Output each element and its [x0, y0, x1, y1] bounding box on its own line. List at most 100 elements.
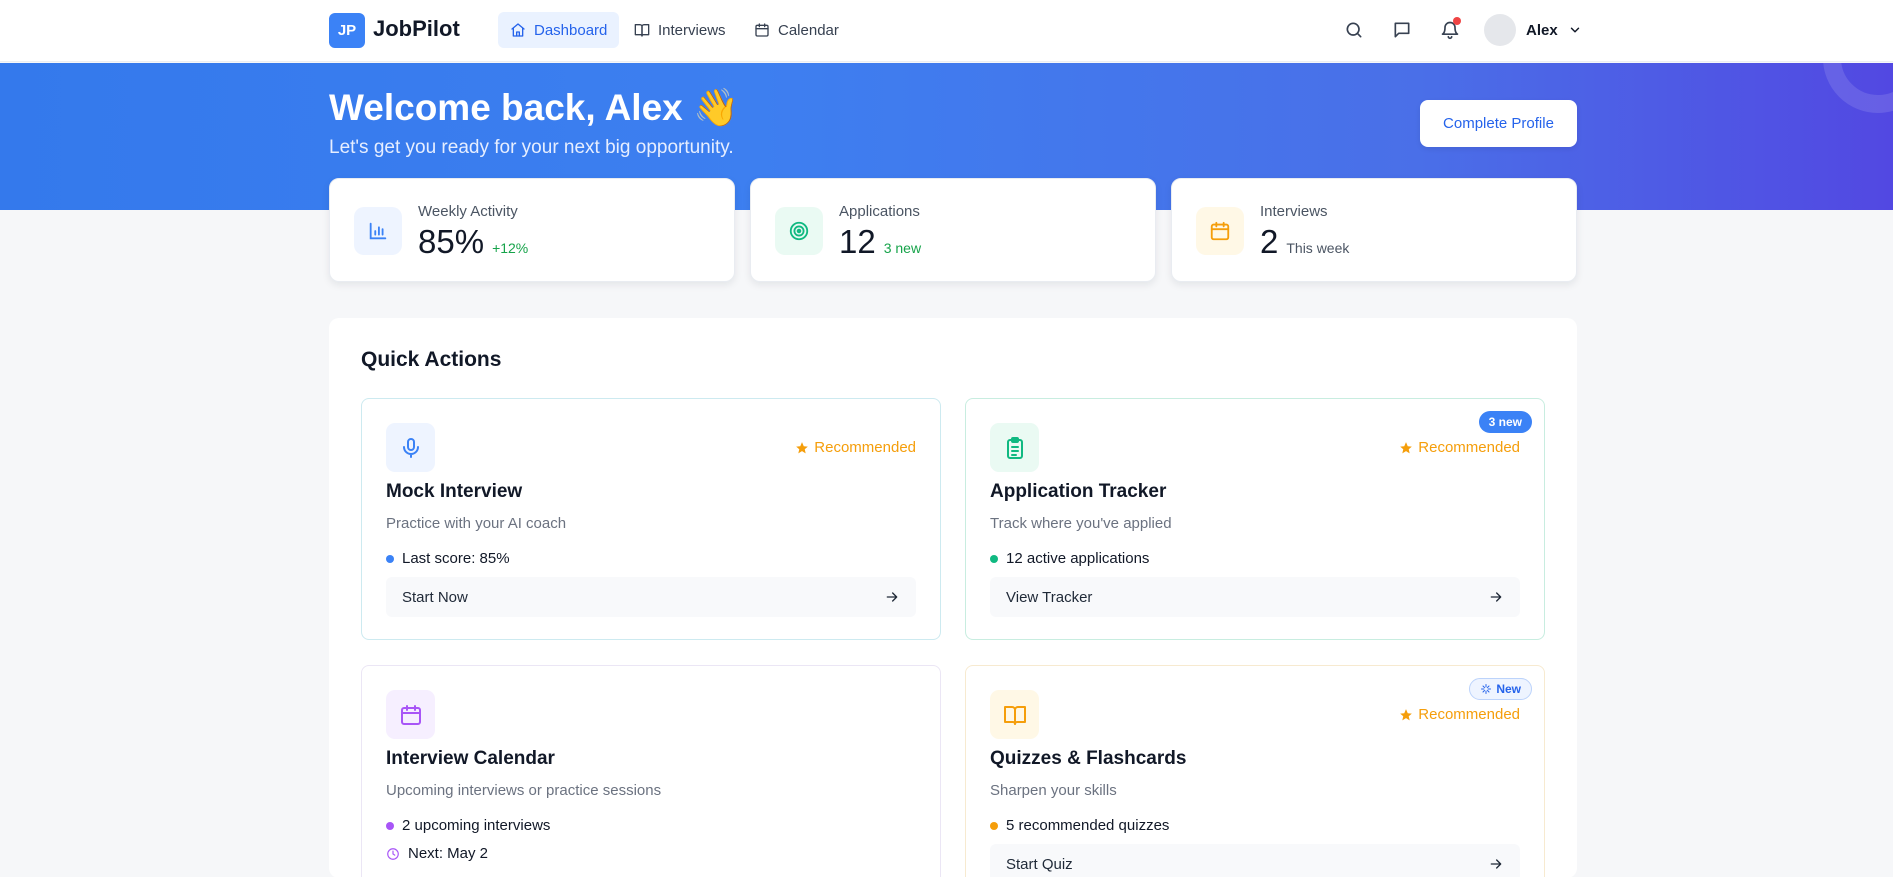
notification-dot: [1453, 17, 1461, 25]
stat-note: 3 new: [883, 240, 922, 256]
nav-interviews[interactable]: Interviews: [622, 12, 738, 48]
arrow-right-icon: [1490, 592, 1502, 602]
recommended-tag: Recommended: [795, 439, 916, 456]
card-title: Quizzes & Flashcards: [990, 748, 1187, 769]
logo-badge[interactable]: JP: [329, 13, 365, 48]
chevron-down-icon: [1570, 27, 1579, 33]
stat-label: Weekly Activity: [418, 203, 518, 220]
card-meta: Last score: 85%: [386, 550, 510, 567]
hero-decoration: [1823, 63, 1893, 113]
user-menu[interactable]: Alex: [1484, 14, 1582, 46]
button-label: Start Now: [402, 588, 468, 606]
arrow-right-icon: [886, 592, 898, 602]
microphone-icon: [402, 437, 419, 458]
stat-value: 2: [1260, 223, 1279, 260]
target-icon: [789, 221, 809, 241]
card-description: Sharpen your skills: [990, 782, 1117, 799]
recommended-tag: Recommended: [1399, 439, 1520, 456]
card-icon-box: [386, 423, 435, 472]
clock-icon: [387, 847, 399, 860]
stat-value: 12: [839, 223, 876, 260]
stat-value-row: 12 3 new: [839, 223, 921, 261]
calendar-icon: [755, 23, 769, 37]
card-meta-text: 5 recommended quizzes: [1006, 817, 1170, 834]
bar-chart-icon: [369, 222, 387, 240]
card-icon-box: [990, 423, 1039, 472]
start-now-button[interactable]: Start Now: [386, 577, 916, 617]
card-title: Application Tracker: [990, 481, 1167, 502]
calendar-icon: [400, 704, 421, 725]
sparkle-icon: [1481, 684, 1492, 694]
card-description: Upcoming interviews or practice sessions: [386, 782, 662, 799]
quick-actions-panel: Quick Actions Recommended Mock Interview…: [329, 318, 1577, 877]
messages-button[interactable]: [1388, 16, 1416, 44]
star-icon: [796, 441, 809, 453]
quick-actions-title: Quick Actions: [361, 348, 502, 371]
recommended-label: Recommended: [1418, 706, 1520, 723]
notifications-button[interactable]: [1436, 16, 1464, 44]
status-dot: [990, 821, 998, 830]
action-card-mock-interview[interactable]: Recommended Mock Interview Practice with…: [361, 398, 941, 640]
status-dot: [386, 821, 394, 830]
nav-calendar[interactable]: Calendar: [742, 12, 851, 48]
view-tracker-button[interactable]: View Tracker: [990, 577, 1520, 617]
clipboard-icon: [1006, 436, 1023, 459]
welcome-title: Welcome back, Alex 👋: [329, 87, 740, 128]
card-meta: 12 active applications: [990, 550, 1149, 567]
status-dot: [386, 554, 394, 563]
search-button[interactable]: [1340, 16, 1368, 44]
app-name[interactable]: JobPilot: [373, 16, 460, 42]
message-icon: [1394, 22, 1410, 38]
new-count-badge: 3 new: [1478, 411, 1532, 433]
user-name: Alex: [1526, 21, 1558, 39]
recommended-label: Recommended: [1418, 439, 1520, 456]
card-meta-text: 12 active applications: [1006, 550, 1150, 567]
recommended-tag: Recommended: [1399, 706, 1520, 723]
card-description: Practice with your AI coach: [386, 515, 567, 532]
card-meta-text: 2 upcoming interviews: [402, 817, 551, 834]
card-description: Track where you've applied: [990, 515, 1172, 532]
avatar[interactable]: [1484, 14, 1516, 46]
stat-label: Interviews: [1260, 203, 1328, 220]
action-card-interview-calendar[interactable]: Interview Calendar Upcoming interviews o…: [361, 665, 941, 877]
stat-label: Applications: [839, 203, 920, 220]
badge-text: 3 new: [1488, 415, 1522, 429]
next-event-text: Next: May 2: [408, 845, 489, 862]
card-icon-box: [990, 690, 1039, 739]
stat-icon-box: [1196, 207, 1244, 255]
stat-card-interviews: Interviews 2 This week: [1171, 178, 1577, 282]
card-next-event: Next: May 2: [386, 845, 488, 862]
home-icon: [511, 23, 525, 37]
new-badge: New: [1469, 678, 1532, 700]
star-icon: [1400, 708, 1413, 720]
arrow-right-icon: [1490, 859, 1502, 869]
stat-value-row: 2 This week: [1260, 223, 1349, 261]
stat-icon-box: [354, 207, 402, 255]
nav-dashboard[interactable]: Dashboard: [498, 12, 620, 48]
nav-dashboard-label: Dashboard: [534, 21, 608, 39]
stat-value: 85%: [418, 223, 485, 260]
action-card-quizzes-flashcards[interactable]: New Recommended Quizzes & Flashcards Sha…: [965, 665, 1545, 877]
stat-icon-box: [775, 207, 823, 255]
welcome-subtitle: Let's get you ready for your next big op…: [329, 137, 734, 158]
star-icon: [1400, 441, 1413, 453]
card-title: Mock Interview: [386, 481, 523, 502]
nav-calendar-label: Calendar: [778, 21, 839, 39]
complete-profile-button[interactable]: Complete Profile: [1420, 100, 1577, 147]
stat-value-row: 85% +12%: [418, 223, 528, 261]
button-label: Start Quiz: [1006, 855, 1073, 873]
book-icon: [634, 24, 650, 37]
action-card-application-tracker[interactable]: 3 new Recommended Application Tracker Tr…: [965, 398, 1545, 640]
badge-text: New: [1496, 682, 1521, 696]
card-meta: 5 recommended quizzes: [990, 817, 1169, 834]
status-dot: [990, 554, 998, 563]
start-quiz-button[interactable]: Start Quiz: [990, 844, 1520, 877]
stat-note: This week: [1286, 240, 1350, 256]
button-label: View Tracker: [1006, 588, 1093, 606]
card-meta-text: Last score: 85%: [402, 550, 510, 567]
calendar-icon: [1210, 221, 1230, 241]
stat-note: +12%: [492, 240, 529, 256]
open-book-icon: [1003, 705, 1026, 725]
stat-card-applications: Applications 12 3 new: [750, 178, 1156, 282]
card-icon-box: [386, 690, 435, 739]
